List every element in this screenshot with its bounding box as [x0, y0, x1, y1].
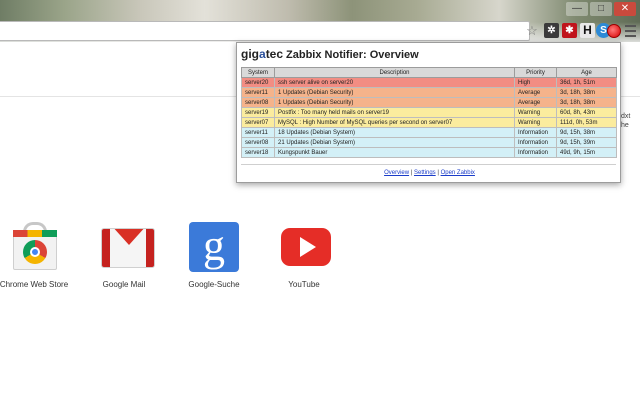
- cell-description: Postfix : Too many held mails on server1…: [274, 107, 515, 118]
- zabbix-notifier-extension-icon[interactable]: [607, 24, 621, 38]
- app-chrome-web-store[interactable]: Chrome Web Store: [0, 222, 74, 289]
- column-header-system[interactable]: System: [241, 67, 275, 78]
- cell-priority: Average: [514, 87, 557, 98]
- cell-priority: Warning: [514, 107, 557, 118]
- table-row[interactable]: server19 Postfix : Too many held mails on…: [241, 107, 617, 118]
- table-header-row: System Description Priority Age: [241, 67, 617, 78]
- app-google-mail[interactable]: Google Mail: [84, 222, 164, 289]
- youtube-icon: [279, 222, 331, 272]
- cell-priority: Average: [514, 97, 557, 108]
- partial-edge-text: dxt he: [621, 113, 631, 129]
- cell-age: 49d, 9h, 15m: [556, 147, 617, 158]
- logo-arrow-icon: a: [259, 47, 266, 61]
- cell-priority: Information: [514, 127, 557, 138]
- gigatec-logo: gigatec: [241, 47, 284, 61]
- maximize-button[interactable]: □: [590, 2, 612, 16]
- table-row[interactable]: server11 1 Updates (Debian Security) Avera…: [241, 87, 617, 98]
- chrome-menu-icon[interactable]: [623, 22, 639, 38]
- settings-link[interactable]: Settings: [414, 170, 436, 176]
- chrome-web-store-icon: [9, 222, 59, 272]
- popup-title: Zabbix Notifier: Overview: [286, 49, 419, 61]
- open-zabbix-link[interactable]: Open Zabbix: [441, 170, 475, 176]
- cell-priority: Information: [514, 137, 557, 148]
- table-row[interactable]: server18 Kungspunkt Bauer Information 49d, …: [241, 147, 617, 158]
- app-label: Google Mail: [102, 280, 146, 289]
- cell-age: 3d, 18h, 38m: [556, 87, 617, 98]
- google-search-icon: g: [189, 222, 239, 272]
- zabbix-notifier-popup: gigatec Zabbix Notifier: Overview System…: [236, 42, 621, 183]
- cell-priority: Information: [514, 147, 557, 158]
- cell-description: 1 Updates (Debian Security): [274, 97, 515, 108]
- cell-age: 3d, 18h, 38m: [556, 97, 617, 108]
- app-label: YouTube: [288, 280, 320, 289]
- cell-system: server19: [241, 107, 275, 118]
- cell-priority: Warning: [514, 117, 557, 128]
- app-google-suche[interactable]: g Google-Suche: [174, 222, 254, 290]
- cell-system: server11: [241, 127, 275, 138]
- cell-description: 18 Updates (Debian System): [274, 127, 515, 138]
- cell-priority: High: [514, 77, 557, 88]
- cell-age: 9d, 15h, 39m: [556, 137, 617, 148]
- cell-description: Kungspunkt Bauer: [274, 147, 515, 158]
- cell-system: server08: [241, 137, 275, 148]
- cell-age: 36d, 1h, 51m: [556, 77, 617, 88]
- cell-system: server18: [241, 147, 275, 158]
- popup-header: gigatec Zabbix Notifier: Overview: [241, 47, 419, 65]
- column-header-description[interactable]: Description: [274, 67, 515, 78]
- minimize-button[interactable]: —: [566, 2, 588, 16]
- table-row[interactable]: server08 21 Updates (Debian System) Inform…: [241, 137, 617, 148]
- table-row[interactable]: server20 ssh server alive on server20 High…: [241, 77, 617, 88]
- app-label: Chrome Web Store: [0, 280, 69, 289]
- cell-system: server20: [241, 77, 275, 88]
- h-extension-icon[interactable]: H: [580, 23, 595, 38]
- bookmark-star-icon[interactable]: ☆: [524, 23, 540, 39]
- cell-description: 21 Updates (Debian System): [274, 137, 515, 148]
- cell-system: server08: [241, 97, 275, 108]
- cell-age: 60d, 8h, 43m: [556, 107, 617, 118]
- link-separator: |: [410, 170, 413, 176]
- table-row[interactable]: server08 1 Updates (Debian Security) Avera…: [241, 97, 617, 108]
- puzzle-extension-icon[interactable]: ✲: [544, 23, 559, 38]
- address-bar[interactable]: [0, 21, 530, 41]
- table-row[interactable]: server11 18 Updates (Debian System) Inform…: [241, 127, 617, 138]
- column-header-age[interactable]: Age: [556, 67, 617, 78]
- triggers-table: System Description Priority Age server20…: [241, 67, 617, 158]
- gmail-icon: [99, 222, 155, 272]
- cell-description: 1 Updates (Debian Security): [274, 87, 515, 98]
- column-header-priority[interactable]: Priority: [514, 67, 557, 78]
- cell-system: server11: [241, 87, 275, 98]
- cell-age: 9d, 15h, 38m: [556, 127, 617, 138]
- popup-footer-links: Overview | Settings | Open Zabbix: [237, 170, 622, 176]
- popup-divider: [241, 164, 616, 165]
- table-row[interactable]: server07 MySQL : High Number of MySQL que…: [241, 117, 617, 128]
- overview-link[interactable]: Overview: [384, 170, 409, 176]
- app-youtube[interactable]: YouTube: [264, 222, 344, 289]
- lastpass-extension-icon[interactable]: ✱: [562, 23, 577, 38]
- cell-description: MySQL : High Number of MySQL queries per…: [274, 117, 515, 128]
- window-controls: — □ ✕: [566, 2, 636, 16]
- cell-age: 111d, 0h, 53m: [556, 117, 617, 128]
- cell-system: server07: [241, 117, 275, 128]
- link-separator: |: [437, 170, 439, 176]
- app-label: Google-Suche: [188, 280, 240, 289]
- close-window-button[interactable]: ✕: [614, 2, 636, 16]
- cell-description: ssh server alive on server20: [274, 77, 515, 88]
